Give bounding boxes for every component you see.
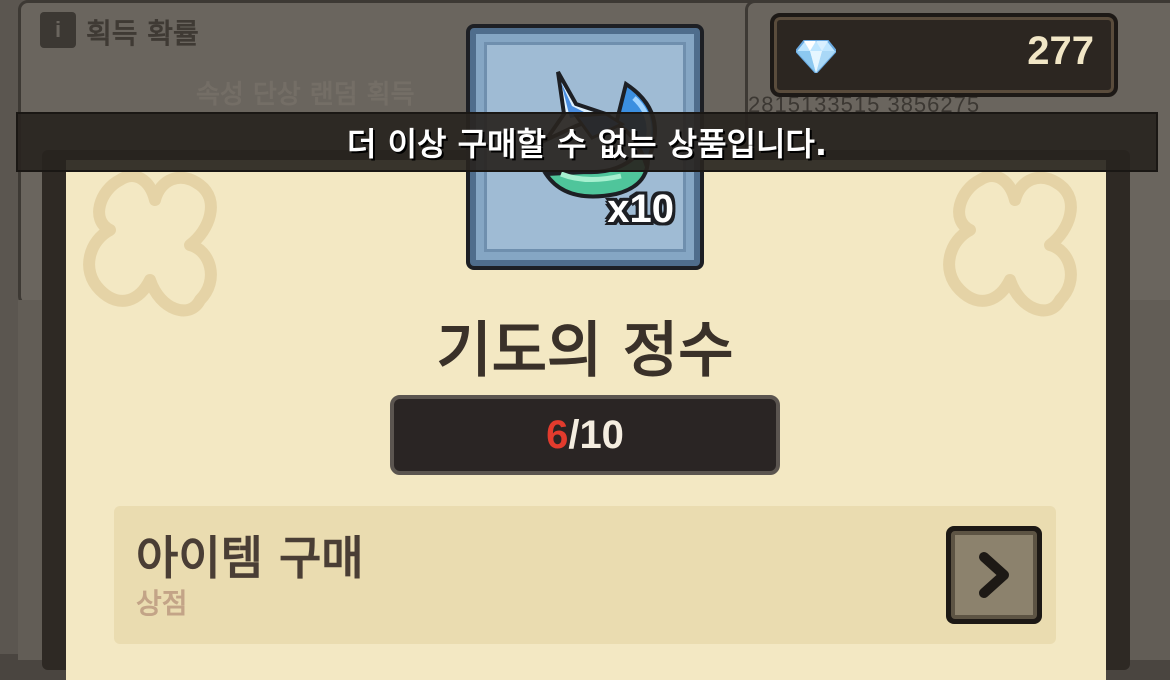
purchase-count-current: 6 — [546, 412, 569, 457]
toast-text: 더 이상 구매할 수 없는 상품입니다. — [346, 125, 828, 163]
acquisition-source-subtitle: 상점 — [136, 587, 188, 620]
background-header-title: 획득 확률 — [86, 17, 199, 50]
diamond-currency-display: 277 — [770, 13, 1118, 97]
acquisition-source-title: 아이템 구매 — [136, 531, 364, 585]
item-name: 기도의 정수 — [436, 316, 734, 386]
purchase-count-separator: / — [568, 412, 580, 457]
purchase-count-max: 10 — [579, 412, 624, 457]
go-to-shop-button[interactable] — [946, 526, 1042, 624]
info-icon: i — [40, 12, 76, 48]
diamond-amount: 277 — [1027, 29, 1094, 73]
purchase-limit-counter: 6 / 10 — [390, 395, 780, 475]
item-quantity: x10 — [607, 187, 674, 231]
toast-message: 더 이상 구매할 수 없는 상품입니다. — [16, 112, 1158, 172]
background-subtitle: 속성 단상 랜덤 획득 — [196, 80, 415, 110]
chevron-right-icon — [979, 552, 1009, 598]
diamond-icon — [796, 40, 836, 73]
